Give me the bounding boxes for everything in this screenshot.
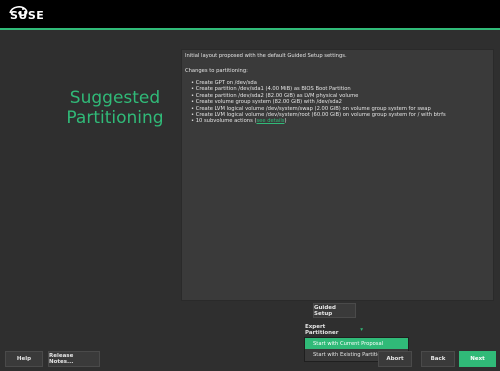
see-details-link[interactable]: see details [256, 118, 284, 124]
chevron-down-icon: ▾ [360, 326, 363, 333]
abort-button[interactable]: Abort [378, 351, 412, 367]
next-button[interactable]: Next [459, 351, 496, 367]
proposal-summary-panel: Initial layout proposed with the default… [181, 49, 494, 301]
expert-partitioner-button[interactable]: Expert Partitioner ▾ [305, 323, 363, 336]
menu-item-current-proposal[interactable]: Start with Current Proposal [305, 338, 408, 349]
page-title: Suggested Partitioning [60, 88, 170, 128]
changes-list: Create GPT on /dev/sda Create partition … [191, 80, 446, 125]
expert-partitioner-label: Expert Partitioner [305, 323, 339, 336]
proposal-intro: Initial layout proposed with the default… [185, 53, 347, 59]
changes-label: Changes to partitioning: [185, 68, 248, 74]
back-button[interactable]: Back [421, 351, 455, 367]
page-title-line-1: Suggested [69, 88, 161, 108]
page-title-line-2: Partitioning [66, 108, 164, 128]
release-notes-label: Release Notes... [49, 353, 74, 365]
logo-text: SUSE [10, 9, 45, 22]
abort-label: Abort [386, 356, 404, 362]
list-item-text: ) [284, 118, 287, 125]
list-item: 10 subvolume actions (see details) [191, 118, 446, 124]
list-item-text: 10 subvolume actions ( [195, 118, 257, 125]
help-label: Help [16, 356, 32, 362]
help-button[interactable]: Help [5, 351, 43, 367]
back-label: Back [430, 356, 446, 362]
guided-setup-button[interactable]: Guided Setup [313, 303, 356, 318]
header-accent-line [0, 28, 500, 30]
next-label: Next [470, 356, 485, 362]
guided-setup-label: Guided Setup [314, 304, 336, 317]
release-notes-button[interactable]: Release Notes... [48, 351, 100, 367]
top-bar: SUSE [0, 0, 500, 28]
